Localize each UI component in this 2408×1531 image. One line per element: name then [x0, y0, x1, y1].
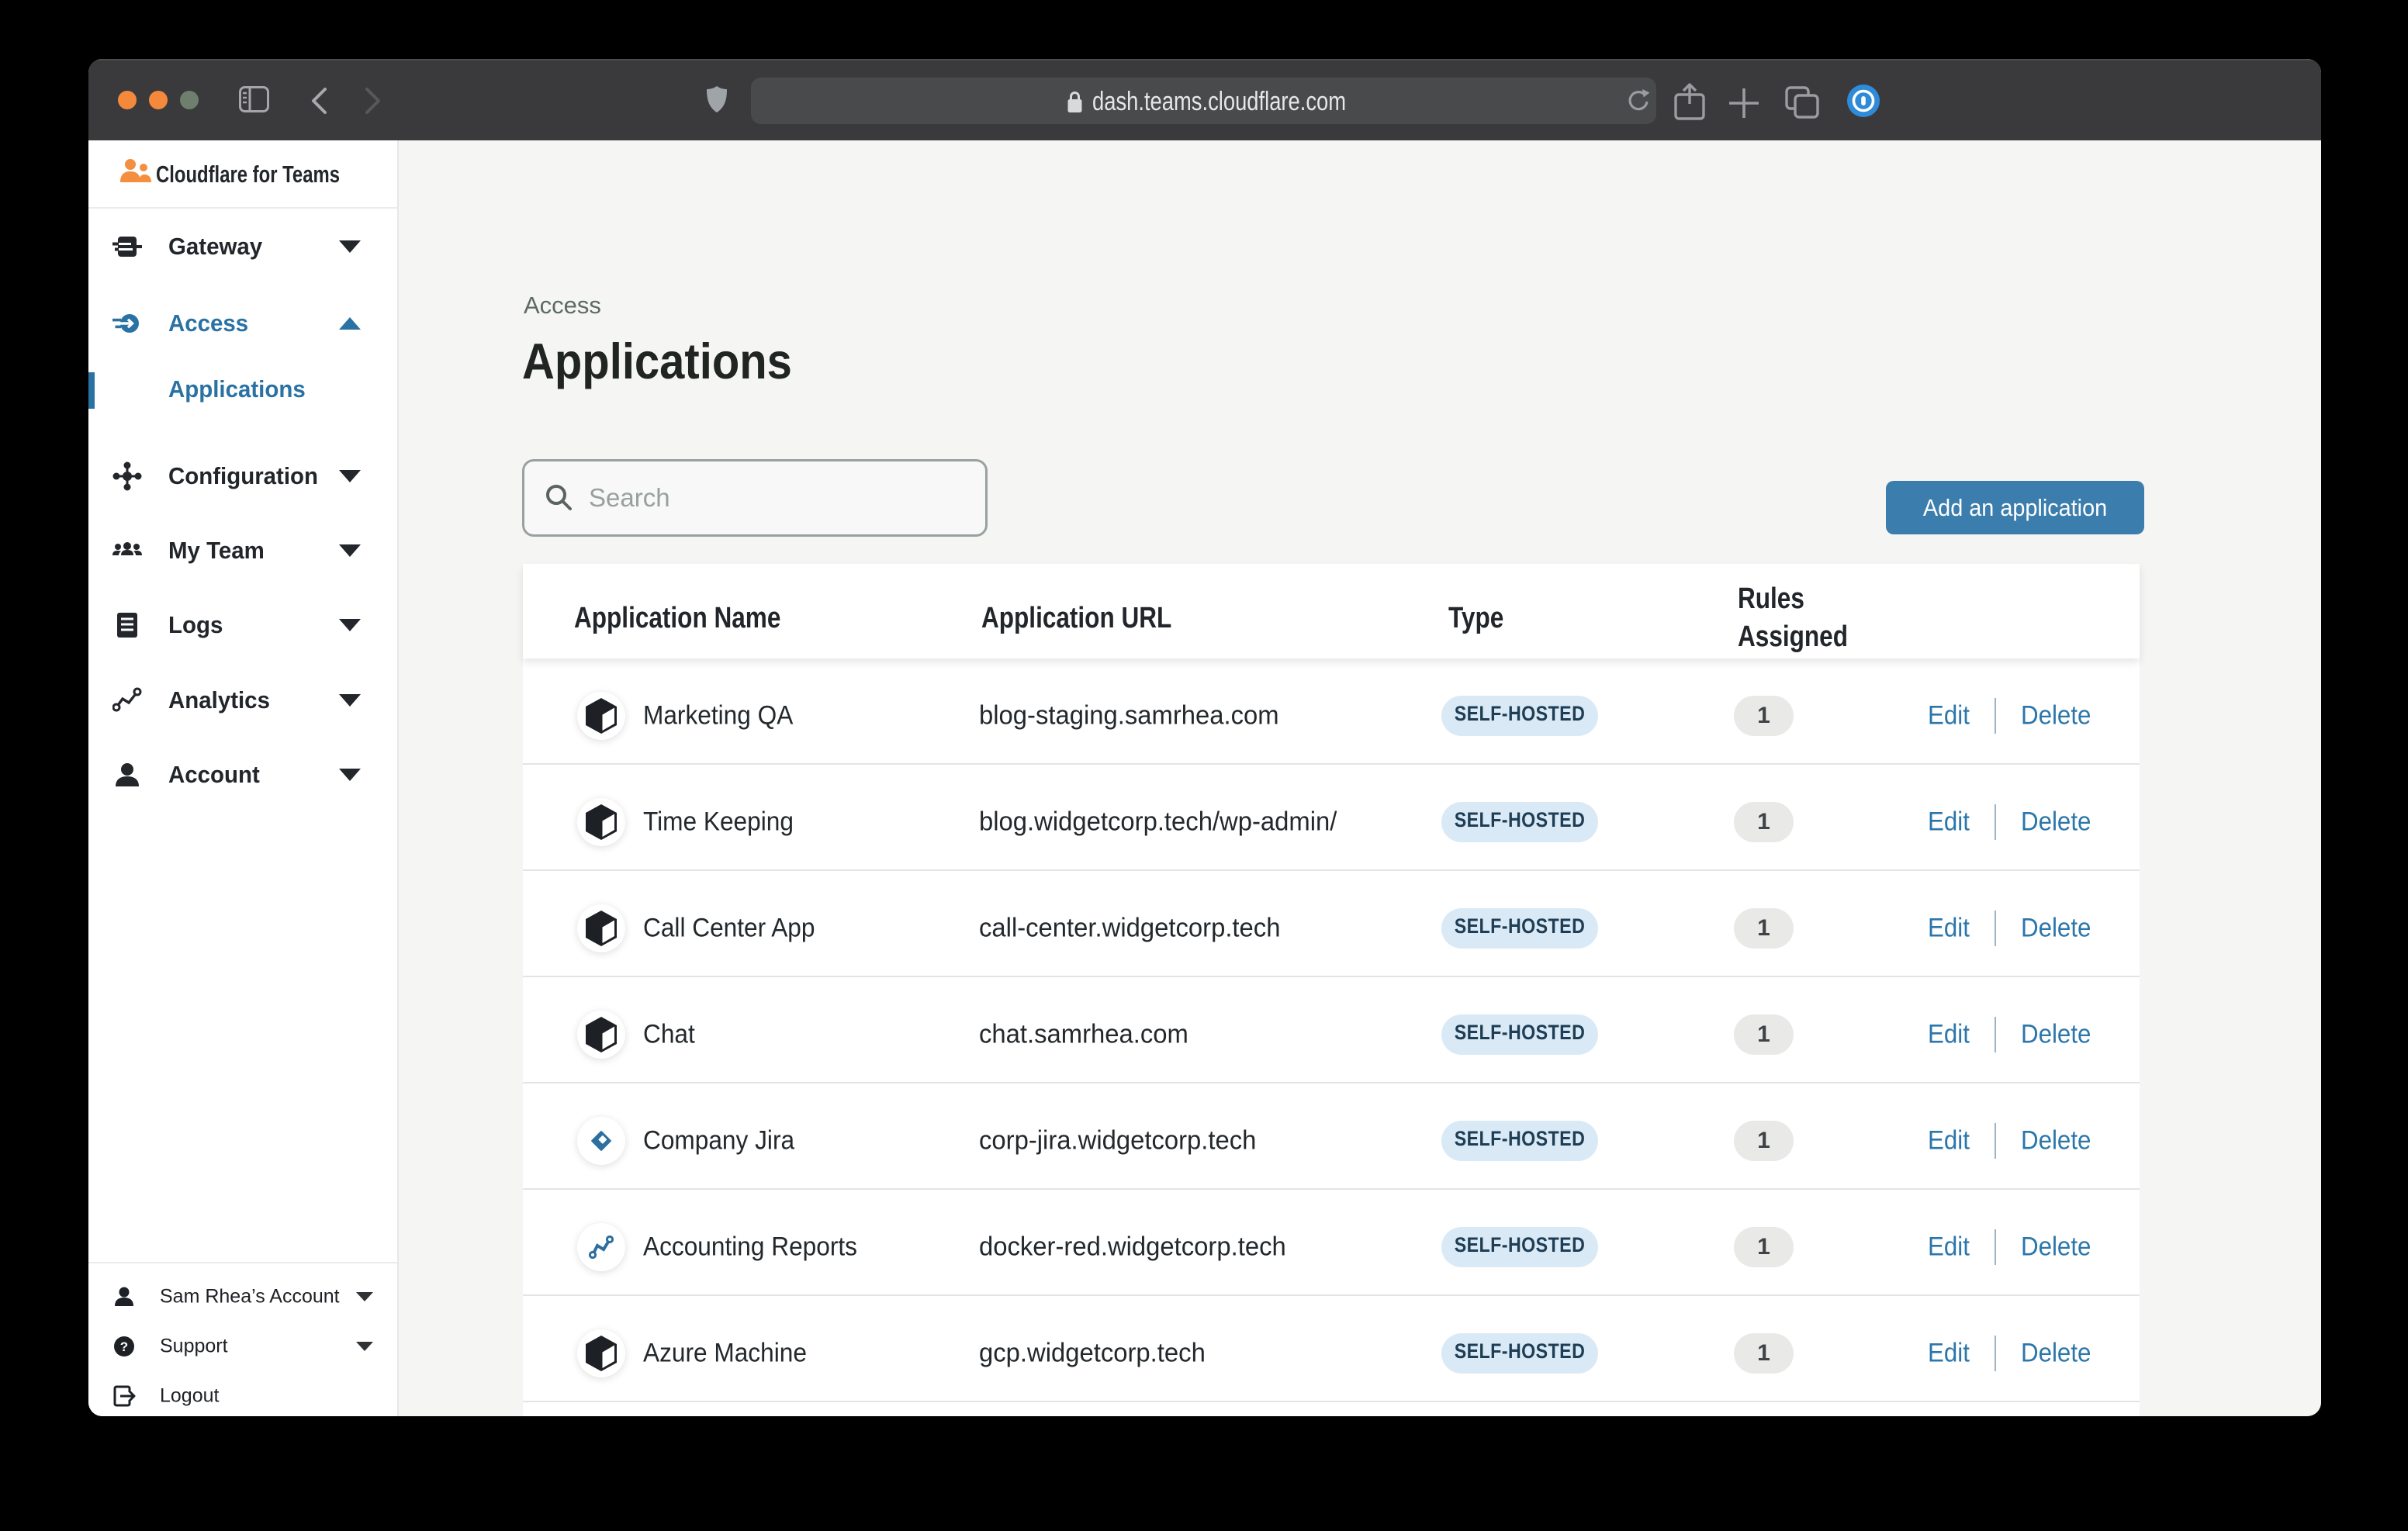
svg-text:?: ? [120, 1339, 128, 1354]
